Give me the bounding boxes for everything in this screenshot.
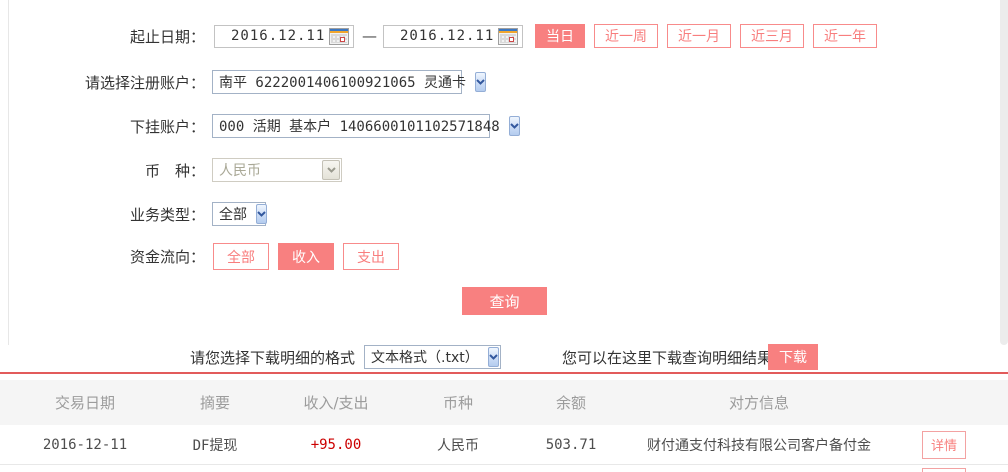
register-account-label: 请选择注册账户： (0, 72, 205, 93)
chevron-down-icon (509, 116, 520, 136)
cell-summary: DF提现 (170, 435, 260, 455)
cell-balance: 503.71 (504, 437, 638, 453)
calendar-icon-header (330, 29, 348, 33)
transaction-query-page: 起止日期： 2016.12.11 — 2016.12.11 当日 近一周 近一月… (0, 0, 1008, 472)
col-header-income-expense: 收入/支出 (260, 392, 412, 413)
quick-range-month-button[interactable]: 近一月 (667, 24, 731, 48)
fund-flow-all-button[interactable]: 全部 (213, 243, 269, 270)
date-range-row: 起止日期： 2016.12.11 — 2016.12.11 当日 近一周 近一月… (0, 24, 877, 48)
business-type-label: 业务类型： (0, 204, 205, 225)
sub-account-label: 下挂账户： (0, 116, 205, 137)
col-header-summary: 摘要 (170, 392, 260, 413)
download-format-select[interactable]: 文本格式（.txt） (364, 345, 501, 369)
calendar-icon-header (499, 29, 517, 33)
detail-button[interactable]: 详情 (922, 431, 966, 459)
download-hint-text: 您可以在这里下载查询明细结果 (562, 347, 772, 368)
col-header-counterparty: 对方信息 (638, 392, 880, 413)
table-row: 2016-12-11 DF提现 +95.00 人民币 503.71 财付通支付科… (0, 425, 1008, 465)
fund-flow-income-button[interactable]: 收入 (278, 243, 334, 270)
quick-range-today-button[interactable]: 当日 (535, 24, 585, 48)
start-date-value: 2016.12.11 (231, 28, 329, 44)
download-button[interactable]: 下载 (768, 344, 818, 370)
chevron-down-icon (475, 72, 486, 92)
col-header-balance: 余额 (504, 392, 638, 413)
fund-flow-expense-button[interactable]: 支出 (343, 243, 399, 270)
date-separator: — (362, 27, 377, 45)
detail-button[interactable] (922, 468, 966, 472)
end-date-input[interactable]: 2016.12.11 (383, 25, 523, 48)
chevron-down-icon (256, 204, 267, 224)
business-type-row: 业务类型： 全部 (0, 202, 266, 226)
start-date-input[interactable]: 2016.12.11 (214, 25, 354, 48)
sub-account-value: 000 活期 基本户 1406600101102571848 (213, 116, 508, 136)
quick-range-year-button[interactable]: 近一年 (813, 24, 877, 48)
results-table: 交易日期 摘要 收入/支出 币种 余额 对方信息 2016-12-11 DF提现… (0, 380, 1008, 465)
sub-account-select[interactable]: 000 活期 基本户 1406600101102571848 (212, 114, 490, 138)
calendar-icon[interactable] (329, 28, 349, 45)
calendar-icon-today-mark (509, 37, 514, 42)
business-type-select[interactable]: 全部 (212, 202, 266, 226)
register-account-select[interactable]: 南平 6222001406100921065 灵通卡 (212, 70, 462, 94)
quick-range-quarter-button[interactable]: 近三月 (740, 24, 804, 48)
table-row-partial (0, 468, 1008, 472)
table-header-row: 交易日期 摘要 收入/支出 币种 余额 对方信息 (0, 380, 1008, 425)
end-date-value: 2016.12.11 (400, 28, 498, 44)
quick-range-week-button[interactable]: 近一周 (594, 24, 658, 48)
fund-flow-row: 资金流向： 全部 收入 支出 (0, 243, 399, 270)
sub-account-row: 下挂账户： 000 活期 基本户 1406600101102571848 (0, 114, 490, 138)
cell-currency: 人民币 (412, 435, 504, 455)
vertical-scrollbar[interactable] (1000, 0, 1008, 345)
col-header-currency: 币种 (412, 392, 504, 413)
download-row: 请您选择下载明细的格式 文本格式（.txt） 您可以在这里下载查询明细结果 下载 (0, 344, 1008, 370)
download-format-label: 请您选择下载明细的格式 (190, 347, 355, 368)
chevron-down-icon (488, 347, 499, 367)
calendar-icon-today-mark (340, 37, 345, 42)
currency-value: 人民币 (213, 160, 321, 180)
fund-flow-label: 资金流向： (0, 246, 205, 267)
calendar-icon[interactable] (498, 28, 518, 45)
register-account-value: 南平 6222001406100921065 灵通卡 (213, 72, 474, 92)
currency-row: 币 种： 人民币 (0, 158, 342, 182)
currency-select: 人民币 (212, 158, 342, 182)
chevron-down-icon (322, 160, 340, 180)
cell-date: 2016-12-11 (0, 437, 170, 453)
cell-counterparty: 财付通支付科技有限公司客户备付金 (638, 435, 880, 455)
query-button[interactable]: 查询 (462, 287, 547, 315)
currency-label: 币 种： (0, 160, 205, 181)
register-account-row: 请选择注册账户： 南平 6222001406100921065 灵通卡 (0, 70, 462, 94)
cell-amount: +95.00 (260, 437, 412, 453)
business-type-value: 全部 (213, 204, 255, 224)
table-top-divider (0, 372, 1008, 374)
date-range-label: 起止日期： (0, 26, 205, 47)
col-header-date: 交易日期 (0, 392, 170, 413)
download-format-value: 文本格式（.txt） (365, 347, 487, 367)
